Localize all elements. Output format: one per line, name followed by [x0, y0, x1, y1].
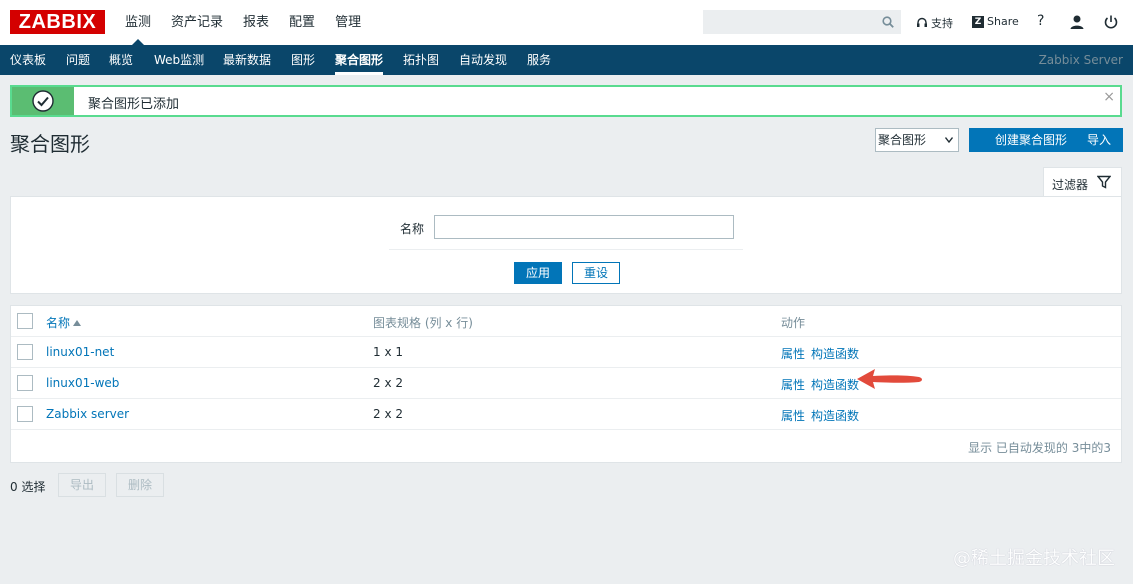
menu-inventory[interactable]: 资产记录	[161, 0, 233, 45]
constructor-link[interactable]: 构造函数	[811, 407, 859, 424]
close-icon[interactable]: ×	[1103, 89, 1115, 105]
user-profile-icon[interactable]	[1069, 14, 1085, 30]
name-filter-label: 名称	[400, 222, 425, 236]
filter-panel: 名称 应用 重设	[10, 196, 1122, 294]
apply-button[interactable]: 应用	[514, 262, 562, 284]
row-checkbox[interactable]	[17, 344, 33, 360]
screen-size: 2 x 2	[373, 376, 403, 390]
support-link[interactable]: 支持	[916, 15, 953, 31]
share-z-icon: Z	[972, 15, 984, 28]
menu-reports[interactable]: 报表	[233, 0, 279, 45]
name-filter-input[interactable]	[434, 215, 734, 239]
filter-divider	[389, 249, 743, 250]
submenu-graphs[interactable]: 图形	[291, 45, 315, 75]
help-icon[interactable]: ?	[1037, 13, 1044, 29]
search-icon[interactable]	[882, 16, 894, 28]
submenu-problems[interactable]: 问题	[66, 45, 90, 75]
submenu-web[interactable]: Web监测	[154, 45, 204, 75]
row-checkbox[interactable]	[17, 406, 33, 422]
table-row: linux01-web 2 x 2 属性 构造函数	[11, 368, 1121, 399]
menu-monitoring[interactable]: 监测	[115, 0, 161, 45]
share-label: Share	[987, 15, 1019, 28]
name-header-label: 名称	[46, 316, 71, 330]
properties-link[interactable]: 属性	[781, 376, 805, 393]
submenu-overview[interactable]: 概览	[109, 45, 133, 75]
table-row: Zabbix server 2 x 2 属性 构造函数	[11, 399, 1121, 430]
screen-name-link[interactable]: linux01-net	[46, 345, 114, 359]
delete-button[interactable]: 删除	[116, 473, 164, 497]
import-button[interactable]: 导入	[1075, 128, 1123, 152]
chevron-down-icon	[945, 137, 953, 143]
submenu-services[interactable]: 服务	[527, 45, 551, 75]
filter-tab[interactable]: 过滤器	[1043, 167, 1122, 197]
submenu-latest-data[interactable]: 最新数据	[223, 45, 271, 75]
search-input[interactable]	[704, 11, 879, 33]
submenu-dashboard[interactable]: 仪表板	[10, 45, 46, 75]
sub-menu: 仪表板 问题 概览 Web监测 最新数据 图形 聚合图形 拓扑图 自动发现 服务…	[0, 45, 1133, 75]
sign-out-icon[interactable]	[1103, 14, 1119, 30]
success-message: 聚合图形已添加 ×	[10, 85, 1122, 117]
sort-asc-icon	[73, 320, 82, 326]
server-name: Zabbix Server	[1038, 53, 1123, 67]
table-header-row: 名称 图表规格 (列 x 行) 动作	[11, 306, 1121, 337]
view-select[interactable]: 聚合图形	[875, 128, 959, 152]
support-label: 支持	[931, 17, 953, 30]
constructor-link[interactable]: 构造函数	[811, 376, 859, 393]
check-circle-icon	[32, 90, 54, 112]
share-link[interactable]: Z Share	[972, 15, 1019, 28]
main-menu: 监测 资产记录 报表 配置 管理	[115, 0, 371, 45]
table-footer-count: 显示 已自动发现的 3中的3	[968, 441, 1111, 455]
top-header: ZABBIX 监测 资产记录 报表 配置 管理 支持 Z Share ?	[0, 0, 1133, 45]
screens-table: 名称 图表规格 (列 x 行) 动作 linux01-net 1 x 1 属性 …	[10, 305, 1122, 463]
screen-size: 2 x 2	[373, 407, 403, 421]
export-button[interactable]: 导出	[58, 473, 106, 497]
screen-size: 1 x 1	[373, 345, 403, 359]
name-column-header[interactable]: 名称	[46, 314, 82, 331]
table-row: linux01-net 1 x 1 属性 构造函数	[11, 337, 1121, 368]
submenu-discovery[interactable]: 自动发现	[459, 45, 507, 75]
menu-administration[interactable]: 管理	[325, 0, 371, 45]
submenu-screens[interactable]: 聚合图形	[335, 45, 384, 75]
watermark: @稀土掘金技术社区	[953, 548, 1115, 569]
row-checkbox[interactable]	[17, 375, 33, 391]
screen-name-link[interactable]: linux01-web	[46, 376, 119, 390]
size-column-header: 图表规格 (列 x 行)	[373, 316, 473, 330]
reset-button[interactable]: 重设	[572, 262, 620, 284]
selected-count: 0 选择	[10, 480, 46, 494]
properties-link[interactable]: 属性	[781, 345, 805, 362]
message-text: 聚合图形已添加	[88, 97, 180, 112]
success-icon-box	[12, 87, 74, 115]
actions-column-header: 动作	[781, 316, 806, 330]
properties-link[interactable]: 属性	[781, 407, 805, 424]
page-title: 聚合图形	[10, 132, 90, 156]
zabbix-logo[interactable]: ZABBIX	[10, 10, 105, 34]
search-box	[703, 10, 901, 34]
submenu-maps[interactable]: 拓扑图	[403, 45, 439, 75]
view-select-value: 聚合图形	[878, 133, 927, 147]
screen-name-link[interactable]: Zabbix server	[46, 407, 129, 421]
funnel-icon	[1097, 175, 1111, 189]
headset-icon	[917, 17, 927, 27]
constructor-link[interactable]: 构造函数	[811, 345, 859, 362]
menu-configuration[interactable]: 配置	[279, 0, 325, 45]
filter-tab-label: 过滤器	[1052, 178, 1089, 192]
select-all-checkbox[interactable]	[17, 313, 33, 329]
red-arrow-annotation-icon	[857, 369, 922, 389]
